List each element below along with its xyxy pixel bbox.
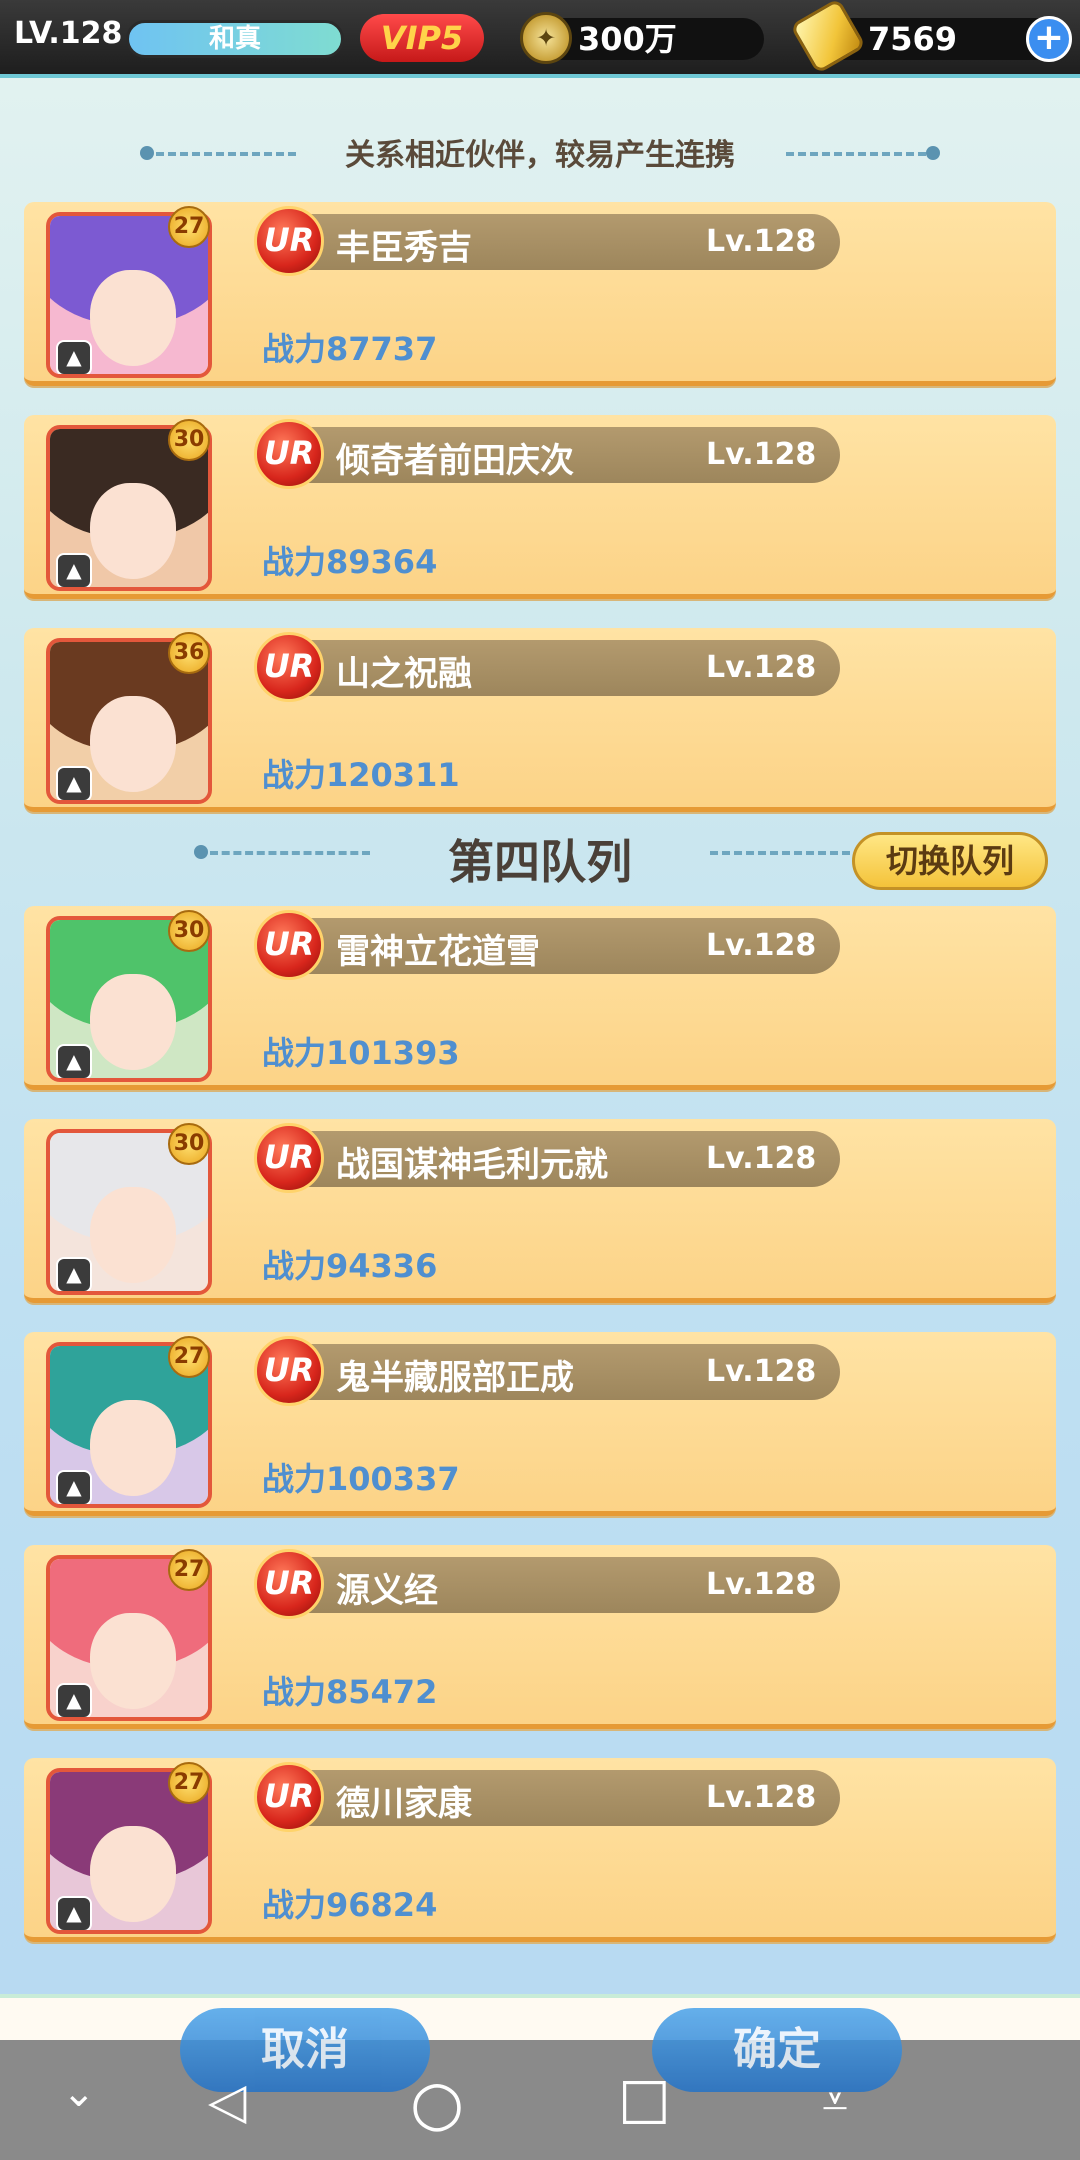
hero-card[interactable]: ▲ 27 UR 德川家康 Lv.128 战力96824	[24, 1758, 1056, 1942]
bottom-panel	[0, 1994, 1080, 2040]
star-level-badge: 27	[168, 206, 210, 248]
hero-name: 倾奇者前田庆次	[336, 441, 574, 481]
coin-icon: ✦	[520, 12, 572, 64]
hero-power: 战力87737	[262, 330, 438, 368]
top-status-bar: LV.128 和真 VIP5 300万 ✦ 7569 +	[0, 0, 1080, 78]
hero-card[interactable]: ▲ 30 UR 战国谋神毛利元就 Lv.128 战力94336	[24, 1119, 1056, 1303]
rarity-badge: UR	[254, 1336, 324, 1406]
portrait-face	[90, 483, 176, 579]
star-level-badge: 27	[168, 1762, 210, 1804]
keyboard-icon[interactable]: ⩡	[822, 2074, 848, 2130]
hero-card[interactable]: ▲ 27 UR 丰臣秀吉 Lv.128 战力87737	[24, 202, 1056, 386]
hero-power: 战力85472	[262, 1673, 438, 1711]
hero-level: Lv.128	[706, 1780, 817, 1815]
hero-card[interactable]: ▲ 27 UR 源义经 Lv.128 战力85472	[24, 1545, 1056, 1729]
hero-card[interactable]: ▲ 30 UR 雷神立花道雪 Lv.128 战力101393	[24, 906, 1056, 1090]
portrait-face	[90, 1187, 176, 1283]
hero-power: 战力101393	[262, 1034, 460, 1072]
rarity-badge: UR	[254, 206, 324, 276]
portrait-face	[90, 974, 176, 1070]
chevron-down-icon[interactable]: ⌄	[62, 2070, 96, 2116]
hero-level: Lv.128	[706, 437, 817, 472]
hero-name: 雷神立花道雪	[336, 932, 540, 972]
class-icon: ▲	[56, 340, 92, 374]
home-icon[interactable]: ○	[410, 2066, 464, 2139]
star-level-badge: 30	[168, 419, 210, 461]
hero-power: 战力94336	[262, 1247, 438, 1285]
rarity-badge: UR	[254, 1549, 324, 1619]
class-icon: ▲	[56, 766, 92, 800]
hero-power: 战力89364	[262, 543, 438, 581]
portrait-face	[90, 1400, 176, 1496]
add-gold-button[interactable]: +	[1026, 16, 1072, 62]
class-icon: ▲	[56, 1896, 92, 1930]
relation-hint: 关系相近伙伴，较易产生连携	[345, 138, 735, 173]
player-name-bar[interactable]: 和真	[126, 20, 344, 58]
rarity-badge: UR	[254, 1762, 324, 1832]
player-level: LV.128	[14, 16, 123, 51]
hero-power: 战力96824	[262, 1886, 438, 1924]
hero-level: Lv.128	[706, 1567, 817, 1602]
star-level-badge: 30	[168, 910, 210, 952]
rarity-badge: UR	[254, 910, 324, 980]
star-level-badge: 30	[168, 1123, 210, 1165]
hero-name: 德川家康	[336, 1784, 472, 1824]
portrait-face	[90, 1826, 176, 1922]
star-level-badge: 27	[168, 1336, 210, 1378]
confirm-button[interactable]: 确定	[652, 2008, 902, 2092]
hero-name: 鬼半藏服部正成	[336, 1358, 574, 1398]
portrait-face	[90, 696, 176, 792]
portrait-face	[90, 1613, 176, 1709]
hero-level: Lv.128	[706, 1354, 817, 1389]
hero-name: 战国谋神毛利元就	[336, 1145, 608, 1185]
class-icon: ▲	[56, 553, 92, 587]
switch-queue-button[interactable]: 切换队列	[852, 832, 1048, 890]
class-icon: ▲	[56, 1044, 92, 1078]
hero-level: Lv.128	[706, 224, 817, 259]
system-navbar	[0, 2040, 1080, 2160]
star-level-badge: 27	[168, 1549, 210, 1591]
hero-level: Lv.128	[706, 650, 817, 685]
portrait-face	[90, 270, 176, 366]
rarity-badge: UR	[254, 1123, 324, 1193]
hero-card[interactable]: ▲ 30 UR 倾奇者前田庆次 Lv.128 战力89364	[24, 415, 1056, 599]
hero-name: 山之祝融	[336, 654, 472, 694]
rarity-badge: UR	[254, 419, 324, 489]
class-icon: ▲	[56, 1470, 92, 1504]
hero-power: 战力120311	[262, 756, 460, 794]
class-icon: ▲	[56, 1257, 92, 1291]
class-icon: ▲	[56, 1683, 92, 1717]
hero-level: Lv.128	[706, 928, 817, 963]
vip-badge[interactable]: VIP5	[360, 14, 484, 62]
recents-icon[interactable]: □	[618, 2066, 671, 2131]
hero-name: 丰臣秀吉	[336, 228, 472, 268]
hero-power: 战力100337	[262, 1460, 460, 1498]
hero-card[interactable]: ▲ 36 UR 山之祝融 Lv.128 战力120311	[24, 628, 1056, 812]
hero-name: 源义经	[336, 1571, 438, 1611]
hero-card[interactable]: ▲ 27 UR 鬼半藏服部正成 Lv.128 战力100337	[24, 1332, 1056, 1516]
hero-level: Lv.128	[706, 1141, 817, 1176]
back-icon[interactable]: ◁	[208, 2072, 246, 2130]
star-level-badge: 36	[168, 632, 210, 674]
rarity-badge: UR	[254, 632, 324, 702]
gold-ingot-icon	[789, 0, 867, 75]
